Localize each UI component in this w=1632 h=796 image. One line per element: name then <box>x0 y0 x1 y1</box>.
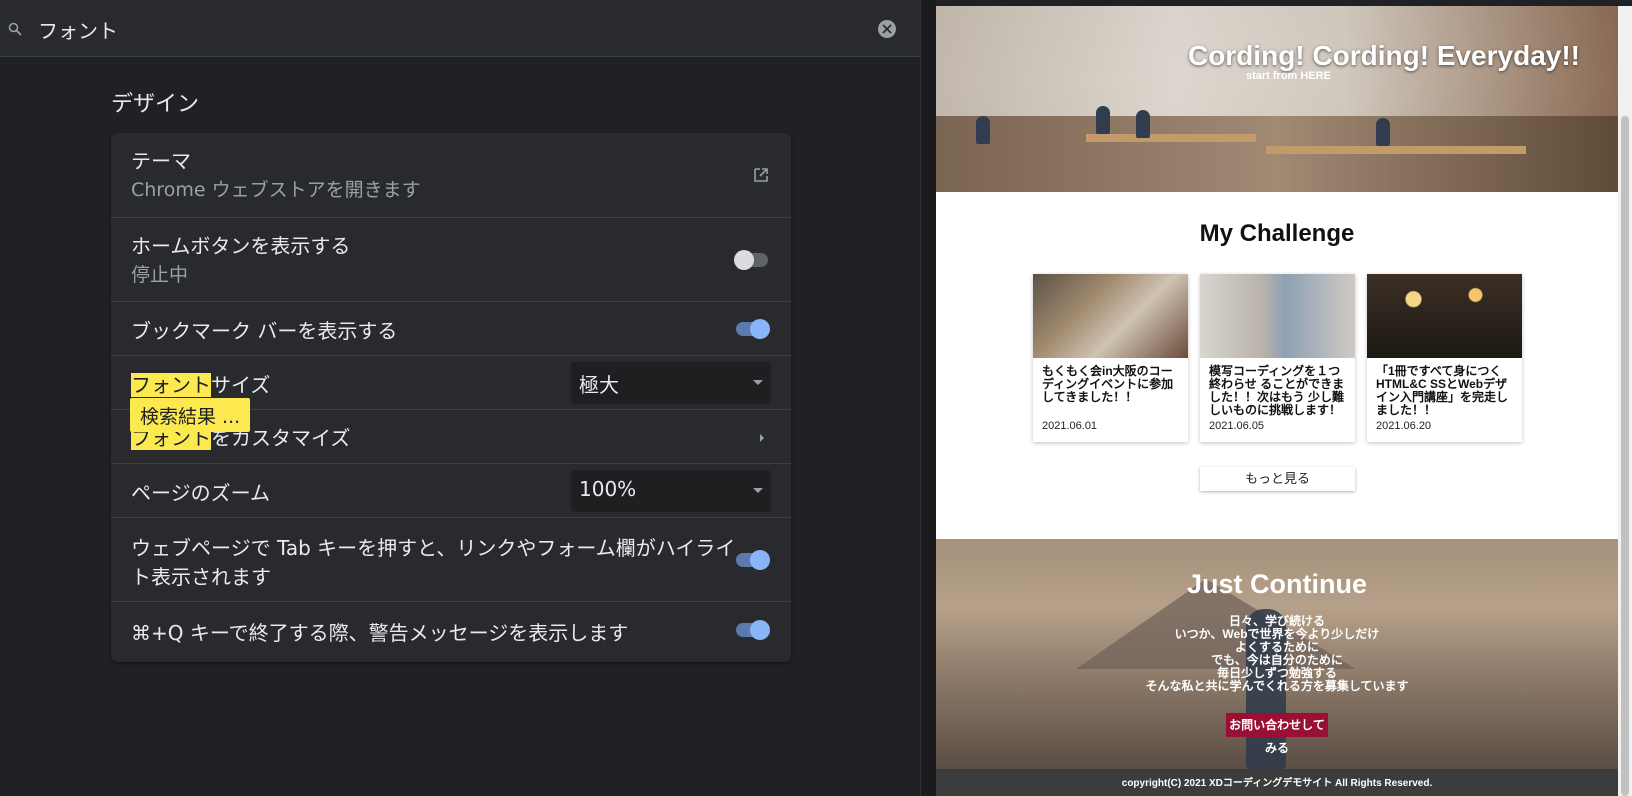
post-thumbnail <box>1033 274 1188 358</box>
page-zoom-value: 100% <box>579 477 637 501</box>
toggle-knob <box>750 620 770 640</box>
home-button-toggle[interactable] <box>734 250 768 270</box>
hero-title: Cording! Cording! Everyday!! <box>1187 40 1580 71</box>
post-title: もくもく会in大阪のコーディングイベントに参加してきました！！ <box>1042 364 1174 404</box>
challenge-section-title: My Challenge <box>1199 220 1355 247</box>
post-title: 模写コーディングを１つ終わらせ ることができました！！次はもう 少し難しいものに… <box>1209 364 1345 417</box>
font-size-label: フォントサイズ <box>131 373 271 397</box>
continue-text: 日々、学び続ける いつか、Webで世界を今より少しだけ よくするために でも、今… <box>1145 614 1409 693</box>
blog-post-card[interactable]: 模写コーディングを１つ終わらせ ることができました！！次はもう 少し難しいものに… <box>1200 274 1355 442</box>
search-highlight: フォント <box>131 373 211 397</box>
contact-button[interactable]: お問い合わせして <box>1226 713 1328 737</box>
section-title-design: デザイン <box>111 92 200 117</box>
search-icon <box>8 22 22 36</box>
post-thumbnail <box>1367 274 1522 358</box>
website-preview: Cording! Cording! Everyday!! start from … <box>936 6 1618 796</box>
settings-search-bar <box>0 0 920 57</box>
continue-title: Just Continue <box>1187 569 1367 599</box>
font-size-select[interactable]: 極大 <box>571 362 771 404</box>
dropdown-caret-icon <box>753 488 763 493</box>
bookmark-bar-label: ブックマーク バーを表示する <box>131 319 398 343</box>
bookmark-bar-row[interactable]: ブックマーク バーを表示する <box>111 301 791 355</box>
font-size-value: 極大 <box>579 373 619 397</box>
page-zoom-row: ページのズーム 100% <box>111 463 791 517</box>
tab-highlight-label-line1: ウェブページで Tab キーを押すと、リンクやフォーム欄がハイライ <box>131 536 736 560</box>
scrollbar-thumb[interactable] <box>1621 116 1629 796</box>
quit-warning-toggle[interactable] <box>736 620 770 640</box>
more-button[interactable]: もっと見る <box>1200 467 1355 491</box>
post-thumbnail <box>1200 274 1355 358</box>
chrome-settings-panel: デザイン テーマ Chrome ウェブストアを開きます ホームボタンを表示する … <box>0 0 920 796</box>
tab-highlight-row[interactable]: ウェブページで Tab キーを押すと、リンクやフォーム欄がハイライ ト表示されま… <box>111 517 791 601</box>
tab-highlight-label-line2: ト表示されます <box>131 565 271 589</box>
page-zoom-select[interactable]: 100% <box>571 470 771 512</box>
quit-warning-label: ⌘+Q キーで終了する際、警告メッセージを表示します <box>131 621 629 645</box>
toggle-knob <box>750 550 770 570</box>
clear-search-icon[interactable] <box>878 20 896 38</box>
theme-row[interactable]: テーマ Chrome ウェブストアを開きます <box>111 133 791 217</box>
post-title: 「1冊ですべて身につくHTML&C SSとWebデザイン入門講座」を完走しました… <box>1376 364 1509 417</box>
continue-section: Just Continue 日々、学び続ける いつか、Webで世界を今より少しだ… <box>936 539 1618 769</box>
quit-warning-row[interactable]: ⌘+Q キーで終了する際、警告メッセージを表示します <box>111 601 791 662</box>
home-button-label: ホームボタンを表示する <box>131 234 351 258</box>
search-results-bubble[interactable]: 検索結果 ... <box>130 398 250 432</box>
theme-sublabel: Chrome ウェブストアを開きます <box>131 179 421 201</box>
bookmark-bar-toggle[interactable] <box>736 319 770 339</box>
toggle-knob <box>750 319 770 339</box>
post-date: 2021.06.05 <box>1209 420 1265 432</box>
tab-highlight-toggle[interactable] <box>736 550 770 570</box>
dropdown-caret-icon <box>753 380 763 385</box>
open-in-new-icon[interactable] <box>752 166 770 184</box>
hero-section: Cording! Cording! Everyday!! start from … <box>936 6 1618 192</box>
post-date: 2021.06.20 <box>1376 420 1432 432</box>
hero-subtitle: start from HERE <box>1246 70 1331 82</box>
page-zoom-label: ページのズーム <box>131 481 270 505</box>
window-divider <box>920 0 936 796</box>
arrow-right-icon <box>760 434 764 442</box>
settings-search-input[interactable] <box>38 14 838 44</box>
home-button-row[interactable]: ホームボタンを表示する 停止中 <box>111 217 791 301</box>
toggle-knob <box>734 250 754 270</box>
preview-scrollbar[interactable] <box>1618 6 1632 796</box>
theme-label: テーマ <box>131 149 191 173</box>
contact-button-line2[interactable]: みる <box>936 739 1618 756</box>
home-button-status: 停止中 <box>131 264 189 286</box>
blog-post-card[interactable]: 「1冊ですべて身につくHTML&C SSとWebデザイン入門講座」を完走しました… <box>1367 274 1522 442</box>
post-date: 2021.06.01 <box>1042 420 1098 432</box>
blog-post-card[interactable]: もくもく会in大阪のコーディングイベントに参加してきました！！ 2021.06.… <box>1033 274 1188 442</box>
site-footer: copyright(C) 2021 XDコーディングデモサイト All Righ… <box>936 769 1618 796</box>
